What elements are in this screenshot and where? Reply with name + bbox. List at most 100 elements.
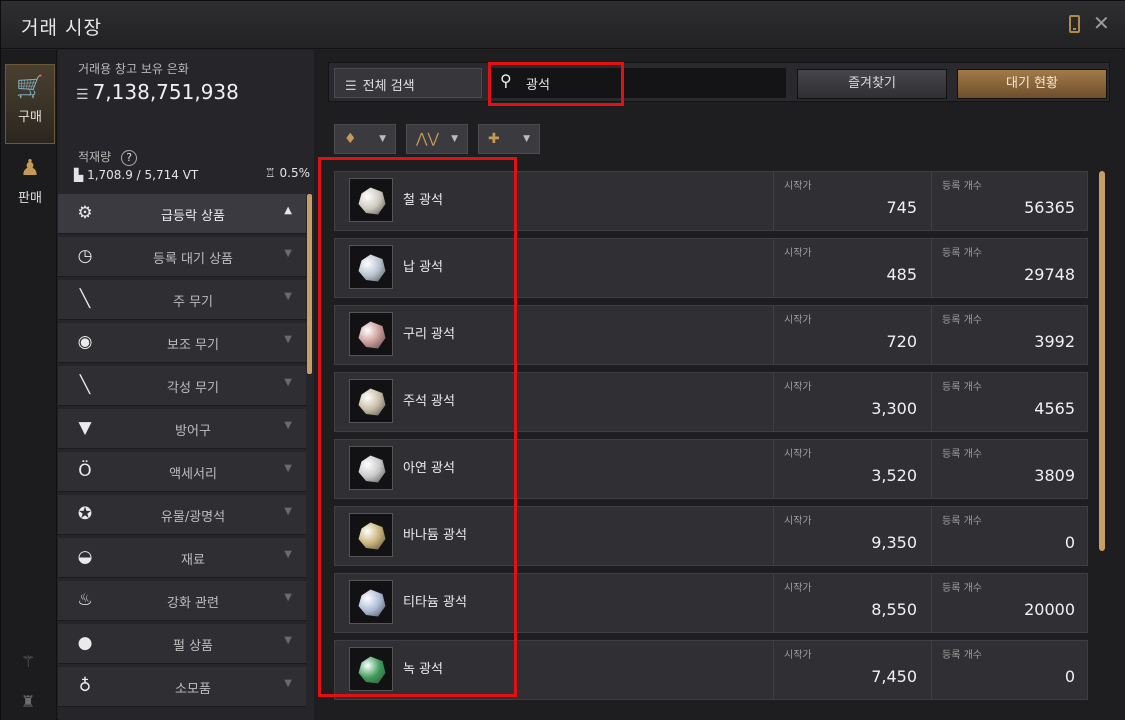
price-value: 8,550 [871, 600, 917, 619]
count-label: 등록 개수 [942, 516, 982, 527]
tax-value: 0.5% [279, 166, 311, 180]
category-label: 방어구 [175, 424, 211, 439]
item-name: 철 광석 [403, 193, 444, 208]
scale-icon: ▙ [74, 168, 84, 182]
category-label: 강화 관련 [167, 596, 219, 611]
count-value: 0 [1064, 533, 1075, 552]
category-label: 각성 무기 [167, 381, 219, 396]
item-row[interactable]: 아연 광석 시작가 3,520 등록 개수 3809 [334, 439, 1088, 499]
sell-icon: ♟ [20, 156, 40, 181]
bag-icon[interactable]: ♜ [21, 692, 35, 711]
relic-icon: ✪ [77, 504, 93, 524]
market-window: 거래 시장 ✕ 🛒 구매 ♟ 판매 ⚚ ♜ 거래용 창고 보유 은화 ☰ 7,13… [0, 0, 1125, 720]
category-item[interactable]: ╲ 각성 무기 ▼ [58, 366, 306, 406]
count-column: 등록 개수 3809 [931, 440, 1089, 498]
coin-stack-icon: ☰ [76, 87, 89, 103]
phone-icon[interactable] [1069, 15, 1080, 33]
category-label: 급등락 상품 [161, 209, 225, 224]
pearl-icon: ● [77, 633, 93, 653]
gear-icon: ⚙ [77, 203, 93, 223]
category-scrollbar[interactable] [307, 194, 312, 374]
filter-dropdown[interactable]: ✚ ▼ [478, 124, 540, 154]
great-sword-icon: ╲ [79, 375, 91, 395]
item-row[interactable]: 티타늄 광석 시작가 8,550 등록 개수 20000 [334, 573, 1088, 633]
category-item[interactable]: ◒ 재료 ▼ [58, 538, 306, 578]
item-row[interactable]: 녹 광석 시작가 7,450 등록 개수 0 [334, 640, 1088, 700]
filter-dropdown[interactable]: ⋀⋁ ▼ [406, 124, 468, 154]
count-column: 등록 개수 29748 [931, 239, 1089, 297]
price-value: 9,350 [871, 533, 917, 552]
weight-value: 1,708.9 / 5,714 VT [87, 168, 199, 182]
help-icon[interactable]: ? [121, 150, 138, 166]
price-value: 3,520 [871, 466, 917, 485]
item-name: 주석 광석 [403, 394, 455, 409]
potion-icon: ♁ [78, 676, 92, 696]
count-column: 등록 개수 4565 [931, 373, 1089, 431]
filter-dropdown[interactable]: ♦ ▼ [334, 124, 396, 154]
item-row[interactable]: 바나듐 광석 시작가 9,350 등록 개수 0 [334, 506, 1088, 566]
chevron-down-icon: ▼ [284, 463, 292, 474]
item-row[interactable]: 구리 광석 시작가 720 등록 개수 3992 [334, 305, 1088, 365]
ore-icon [349, 580, 393, 624]
waiting-status-button[interactable]: 대기 현황 [957, 69, 1107, 99]
item-row[interactable]: 철 광석 시작가 745 등록 개수 56365 [334, 171, 1088, 231]
count-label: 등록 개수 [942, 248, 982, 259]
item-list-scrollbar[interactable] [1099, 171, 1105, 551]
count-value: 56365 [1024, 198, 1075, 217]
window-title: 거래 시장 [21, 17, 102, 39]
count-column: 등록 개수 0 [931, 507, 1089, 565]
silver-amount: ☰ 7,138,751,938 [76, 80, 239, 104]
category-item[interactable]: ⚙ 급등락 상품 ▲ [58, 194, 306, 234]
tab-sell[interactable]: ♟ 판매 [5, 146, 55, 226]
category-item[interactable]: ♁ 소모품 ▼ [58, 667, 306, 707]
chevron-down-icon: ▼ [284, 592, 292, 603]
category-item[interactable]: ✪ 유물/광명석 ▼ [58, 495, 306, 535]
price-label: 시작가 [784, 516, 812, 527]
category-item[interactable]: ● 펄 상품 ▼ [58, 624, 306, 664]
clock-icon: ◷ [77, 246, 93, 266]
tab-rail: 🛒 구매 ♟ 판매 ⚚ ♜ [1, 50, 57, 720]
count-label: 등록 개수 [942, 382, 982, 393]
category-item[interactable]: Ö 액세서리 ▼ [58, 452, 306, 492]
price-value: 485 [886, 265, 917, 284]
category-item[interactable]: ♨ 강화 관련 ▼ [58, 581, 306, 621]
price-column: 시작가 720 [773, 306, 931, 364]
price-column: 시작가 3,520 [773, 440, 931, 498]
chevron-down-icon: ▼ [284, 377, 292, 388]
count-label: 등록 개수 [942, 315, 982, 326]
main-panel: ☰전체 검색 ⚲ 즐겨찾기 대기 현황 ♦▼⋀⋁▼✚▼ 철 광석시작가745등록… [314, 50, 1125, 720]
ring-icon: Ö [78, 461, 92, 481]
category-item[interactable]: ▼ 방어구 ▼ [58, 409, 306, 449]
shield-icon: ◉ [77, 332, 93, 352]
count-value: 4565 [1034, 399, 1075, 418]
count-value: 29748 [1024, 265, 1075, 284]
category-item[interactable]: ◷ 등록 대기 상품 ▼ [58, 237, 306, 277]
item-row[interactable]: 납 광석 시작가 485 등록 개수 29748 [334, 238, 1088, 298]
close-icon[interactable]: ✕ [1093, 11, 1110, 35]
bag-icon: ♦ [344, 131, 357, 147]
category-list: ⚙ 급등락 상품 ▲ ◷ 등록 대기 상품 ▼ ╲ 주 무기 ▼ ◉ 보조 무기 ▼ ╲ 각성 무기 ▼ ▼ 방… [58, 194, 306, 710]
count-label: 등록 개수 [942, 650, 982, 661]
count-value: 0 [1064, 667, 1075, 686]
left-panel: 거래용 창고 보유 은화 ☰ 7,138,751,938 적재량? ▙ 1,708… [58, 50, 314, 720]
chevron-down-icon: ▼ [284, 334, 292, 345]
count-label: 등록 개수 [942, 449, 982, 460]
price-column: 시작가 485 [773, 239, 931, 297]
favorites-button[interactable]: 즐겨찾기 [797, 69, 947, 99]
price-label: 시작가 [784, 248, 812, 259]
price-label: 시작가 [784, 449, 812, 460]
category-item[interactable]: ◉ 보조 무기 ▼ [58, 323, 306, 363]
tab-buy[interactable]: 🛒 구매 [5, 64, 55, 144]
price-label: 시작가 [784, 315, 812, 326]
search-type-dropdown[interactable]: ☰ 전체 검색 [334, 68, 482, 98]
trend-icon: ⋀⋁ [416, 131, 439, 147]
tax-icon: ♖ [264, 166, 276, 180]
category-label: 주 무기 [172, 295, 213, 310]
price-value: 3,300 [871, 399, 917, 418]
category-label: 소모품 [175, 682, 211, 697]
item-row[interactable]: 주석 광석 시작가 3,300 등록 개수 4565 [334, 372, 1088, 432]
category-item[interactable]: ╲ 주 무기 ▼ [58, 280, 306, 320]
tree-icon[interactable]: ⚚ [21, 652, 35, 671]
search-highlight-box [488, 62, 624, 106]
chevron-down-icon: ▼ [284, 678, 292, 689]
